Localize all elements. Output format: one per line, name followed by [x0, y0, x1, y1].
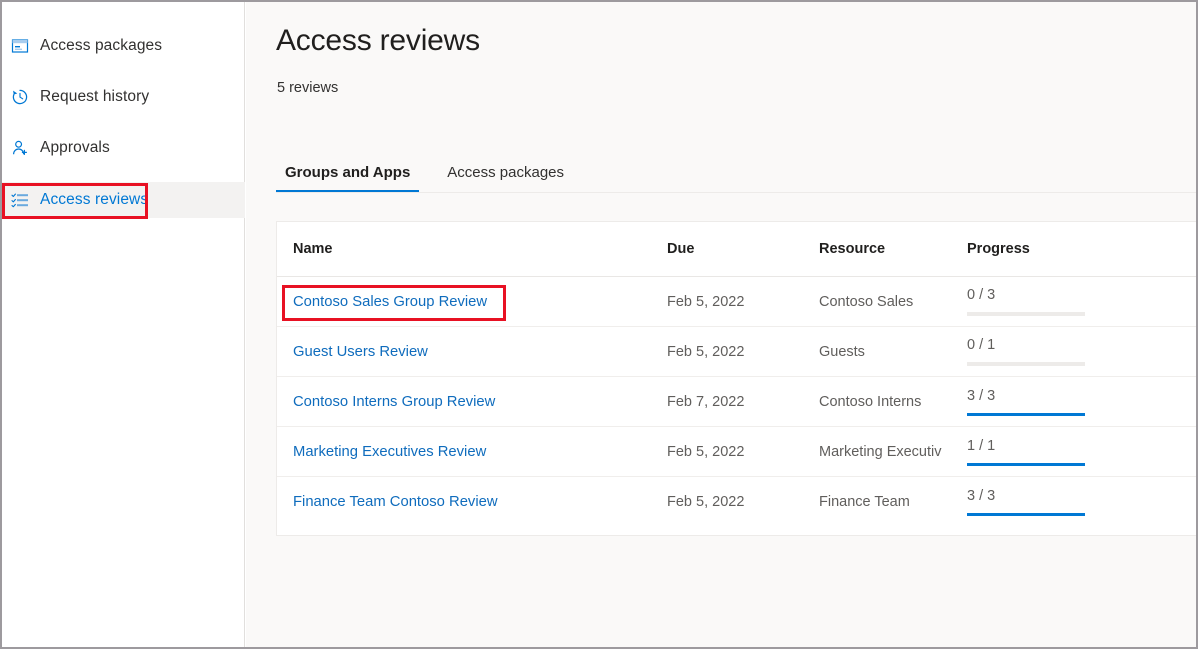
- sidebar-item-approvals[interactable]: Approvals: [2, 130, 245, 166]
- resource-cell: Contoso Sales: [819, 293, 967, 311]
- review-name-cell: Finance Team Contoso Review: [277, 493, 667, 511]
- progress-cell: 0 / 1: [967, 337, 1117, 366]
- resource-cell: Contoso Interns: [819, 393, 967, 411]
- progress-label: 1 / 1: [967, 438, 1087, 454]
- checklist-icon: [10, 190, 30, 210]
- table-row[interactable]: Contoso Sales Group Review Feb 5, 2022 C…: [277, 277, 1196, 327]
- due-value: Feb 5, 2022: [667, 494, 744, 510]
- due-value: Feb 5, 2022: [667, 444, 744, 460]
- progress-bar-fill: [967, 463, 1085, 466]
- page-title: Access reviews: [276, 24, 480, 58]
- progress-cell: 3 / 3: [967, 388, 1117, 416]
- progress-bar: [967, 513, 1085, 516]
- sidebar-item-request-history[interactable]: Request history: [2, 79, 245, 115]
- progress-label: 0 / 1: [967, 337, 1087, 353]
- main-content: Access reviews 5 reviews Groups and Apps…: [246, 2, 1196, 647]
- column-header-name: Name: [277, 241, 667, 257]
- sidebar-item-label: Request history: [40, 88, 149, 106]
- resource-value: Finance Team: [819, 494, 910, 510]
- table-row[interactable]: Guest Users Review Feb 5, 2022 Guests 0 …: [277, 327, 1196, 377]
- column-header-progress: Progress: [967, 241, 1117, 257]
- due-value: Feb 5, 2022: [667, 344, 744, 360]
- review-link[interactable]: Contoso Sales Group Review: [293, 294, 487, 310]
- app-window: Access packages Request history Appr: [0, 0, 1198, 649]
- review-link[interactable]: Marketing Executives Review: [293, 444, 486, 460]
- sidebar-item-label: Approvals: [40, 139, 110, 157]
- progress-label: 3 / 3: [967, 488, 1087, 504]
- due-cell: Feb 5, 2022: [667, 443, 819, 461]
- table-row[interactable]: Contoso Interns Group Review Feb 7, 2022…: [277, 377, 1196, 427]
- reviews-table: Name Due Resource Progress Contoso Sales…: [276, 221, 1196, 536]
- table-row[interactable]: Marketing Executives Review Feb 5, 2022 …: [277, 427, 1196, 477]
- tab-access-packages[interactable]: Access packages: [438, 164, 573, 192]
- review-link[interactable]: Guest Users Review: [293, 344, 428, 360]
- resource-value: Marketing Executiv: [819, 444, 942, 460]
- review-link[interactable]: Contoso Interns Group Review: [293, 394, 495, 410]
- due-value: Feb 5, 2022: [667, 294, 744, 310]
- history-clock-icon: [10, 87, 30, 107]
- progress-cell: 1 / 1: [967, 438, 1117, 466]
- review-name-cell: Marketing Executives Review: [277, 443, 667, 461]
- sidebar: Access packages Request history Appr: [2, 2, 245, 647]
- resource-cell: Marketing Executiv: [819, 443, 967, 461]
- resource-cell: Finance Team: [819, 493, 967, 511]
- review-name-cell: Guest Users Review: [277, 343, 667, 361]
- sidebar-item-label: Access reviews: [40, 191, 148, 209]
- sidebar-item-access-packages[interactable]: Access packages: [2, 28, 245, 64]
- review-count-label: 5 reviews: [277, 80, 338, 96]
- resource-value: Contoso Sales: [819, 294, 913, 310]
- progress-cell: 3 / 3: [967, 488, 1117, 516]
- progress-label: 3 / 3: [967, 388, 1087, 404]
- due-cell: Feb 5, 2022: [667, 343, 819, 361]
- progress-bar: [967, 463, 1085, 466]
- review-name-cell: Contoso Sales Group Review: [277, 293, 667, 311]
- tab-bar-divider: [276, 192, 1196, 193]
- due-cell: Feb 5, 2022: [667, 293, 819, 311]
- review-name-cell: Contoso Interns Group Review: [277, 393, 667, 411]
- progress-bar: [967, 362, 1085, 366]
- resource-value: Guests: [819, 344, 865, 360]
- resource-value: Contoso Interns: [819, 394, 921, 410]
- column-header-due: Due: [667, 241, 819, 257]
- resource-cell: Guests: [819, 343, 967, 361]
- progress-bar-fill: [967, 413, 1085, 416]
- review-link[interactable]: Finance Team Contoso Review: [293, 494, 498, 510]
- sidebar-item-label: Access packages: [40, 37, 162, 55]
- table-header-row: Name Due Resource Progress: [277, 222, 1196, 277]
- person-add-icon: [10, 138, 30, 158]
- table-row[interactable]: Finance Team Contoso Review Feb 5, 2022 …: [277, 477, 1196, 527]
- due-value: Feb 7, 2022: [667, 394, 744, 410]
- progress-bar: [967, 413, 1085, 416]
- due-cell: Feb 5, 2022: [667, 493, 819, 511]
- progress-label: 0 / 3: [967, 287, 1087, 303]
- package-icon: [10, 36, 30, 56]
- progress-bar-fill: [967, 513, 1085, 516]
- tab-bar: Groups and Apps Access packages: [276, 154, 573, 192]
- progress-bar: [967, 312, 1085, 316]
- progress-cell: 0 / 3: [967, 287, 1117, 316]
- column-header-resource: Resource: [819, 241, 967, 257]
- tab-groups-and-apps[interactable]: Groups and Apps: [276, 164, 419, 192]
- due-cell: Feb 7, 2022: [667, 393, 819, 411]
- sidebar-item-access-reviews[interactable]: Access reviews: [2, 182, 245, 218]
